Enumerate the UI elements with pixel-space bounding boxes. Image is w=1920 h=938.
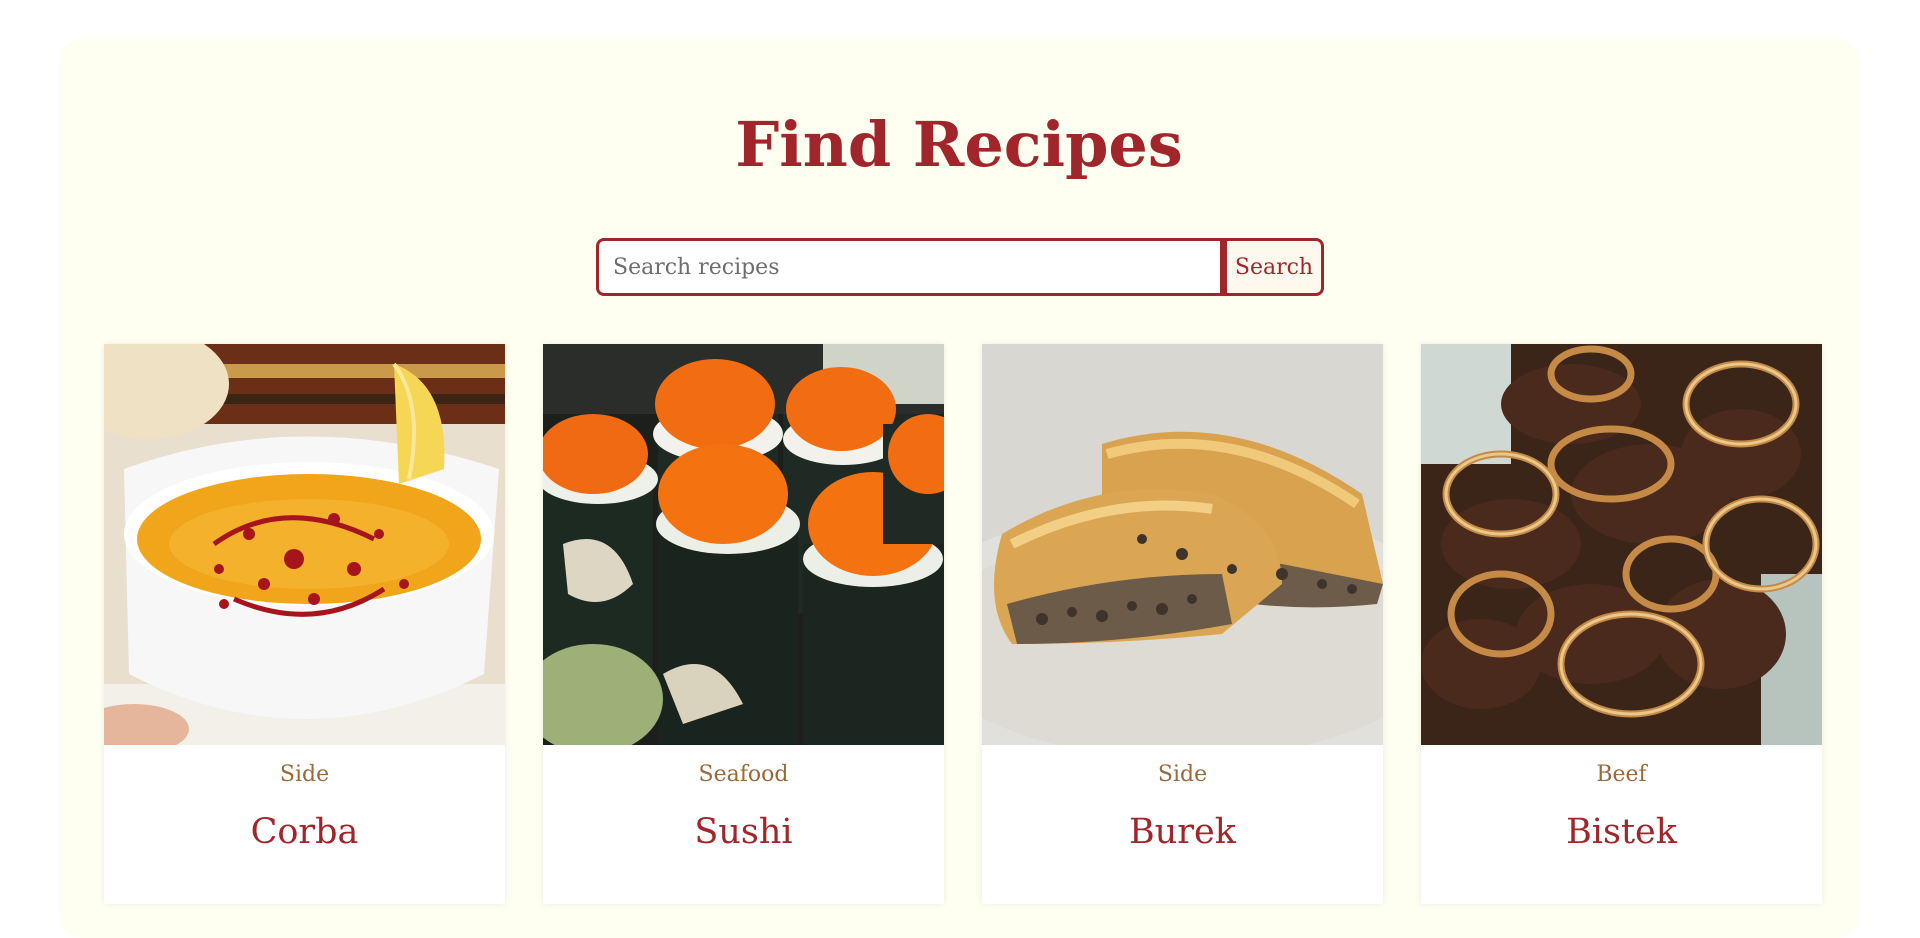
page-title: Find Recipes	[735, 108, 1183, 181]
search-bar: Search	[596, 238, 1324, 296]
recipe-card[interactable]: Side Burek	[982, 344, 1383, 904]
recipe-name[interactable]: Burek	[982, 812, 1383, 852]
recipe-image-corba[interactable]	[104, 344, 505, 745]
recipe-image-burek[interactable]	[982, 344, 1383, 745]
recipe-name[interactable]: Corba	[104, 812, 505, 852]
recipe-finder-panel: Find Recipes Search recipes Search Side …	[58, 38, 1860, 938]
recipe-card[interactable]: Beef Bistek	[1421, 344, 1822, 904]
search-button[interactable]: Search	[1223, 238, 1324, 296]
recipe-card[interactable]: Side Corba	[104, 344, 505, 904]
recipe-image-bistek[interactable]	[1421, 344, 1822, 745]
recipe-category: Side	[1157, 762, 1208, 787]
recipe-category: Side	[279, 762, 330, 787]
recipe-name[interactable]: Bistek	[1421, 812, 1822, 852]
recipe-name[interactable]: Sushi	[543, 812, 944, 852]
recipe-image-sushi[interactable]	[543, 344, 944, 745]
recipe-category: Seafood	[698, 762, 789, 787]
recipe-grid: Side Corba Seafood Sushi Side Burek Beef…	[104, 344, 1822, 904]
recipe-category: Beef	[1596, 762, 1647, 787]
recipe-card[interactable]: Seafood Sushi	[543, 344, 944, 904]
search-input[interactable]	[596, 238, 1223, 296]
